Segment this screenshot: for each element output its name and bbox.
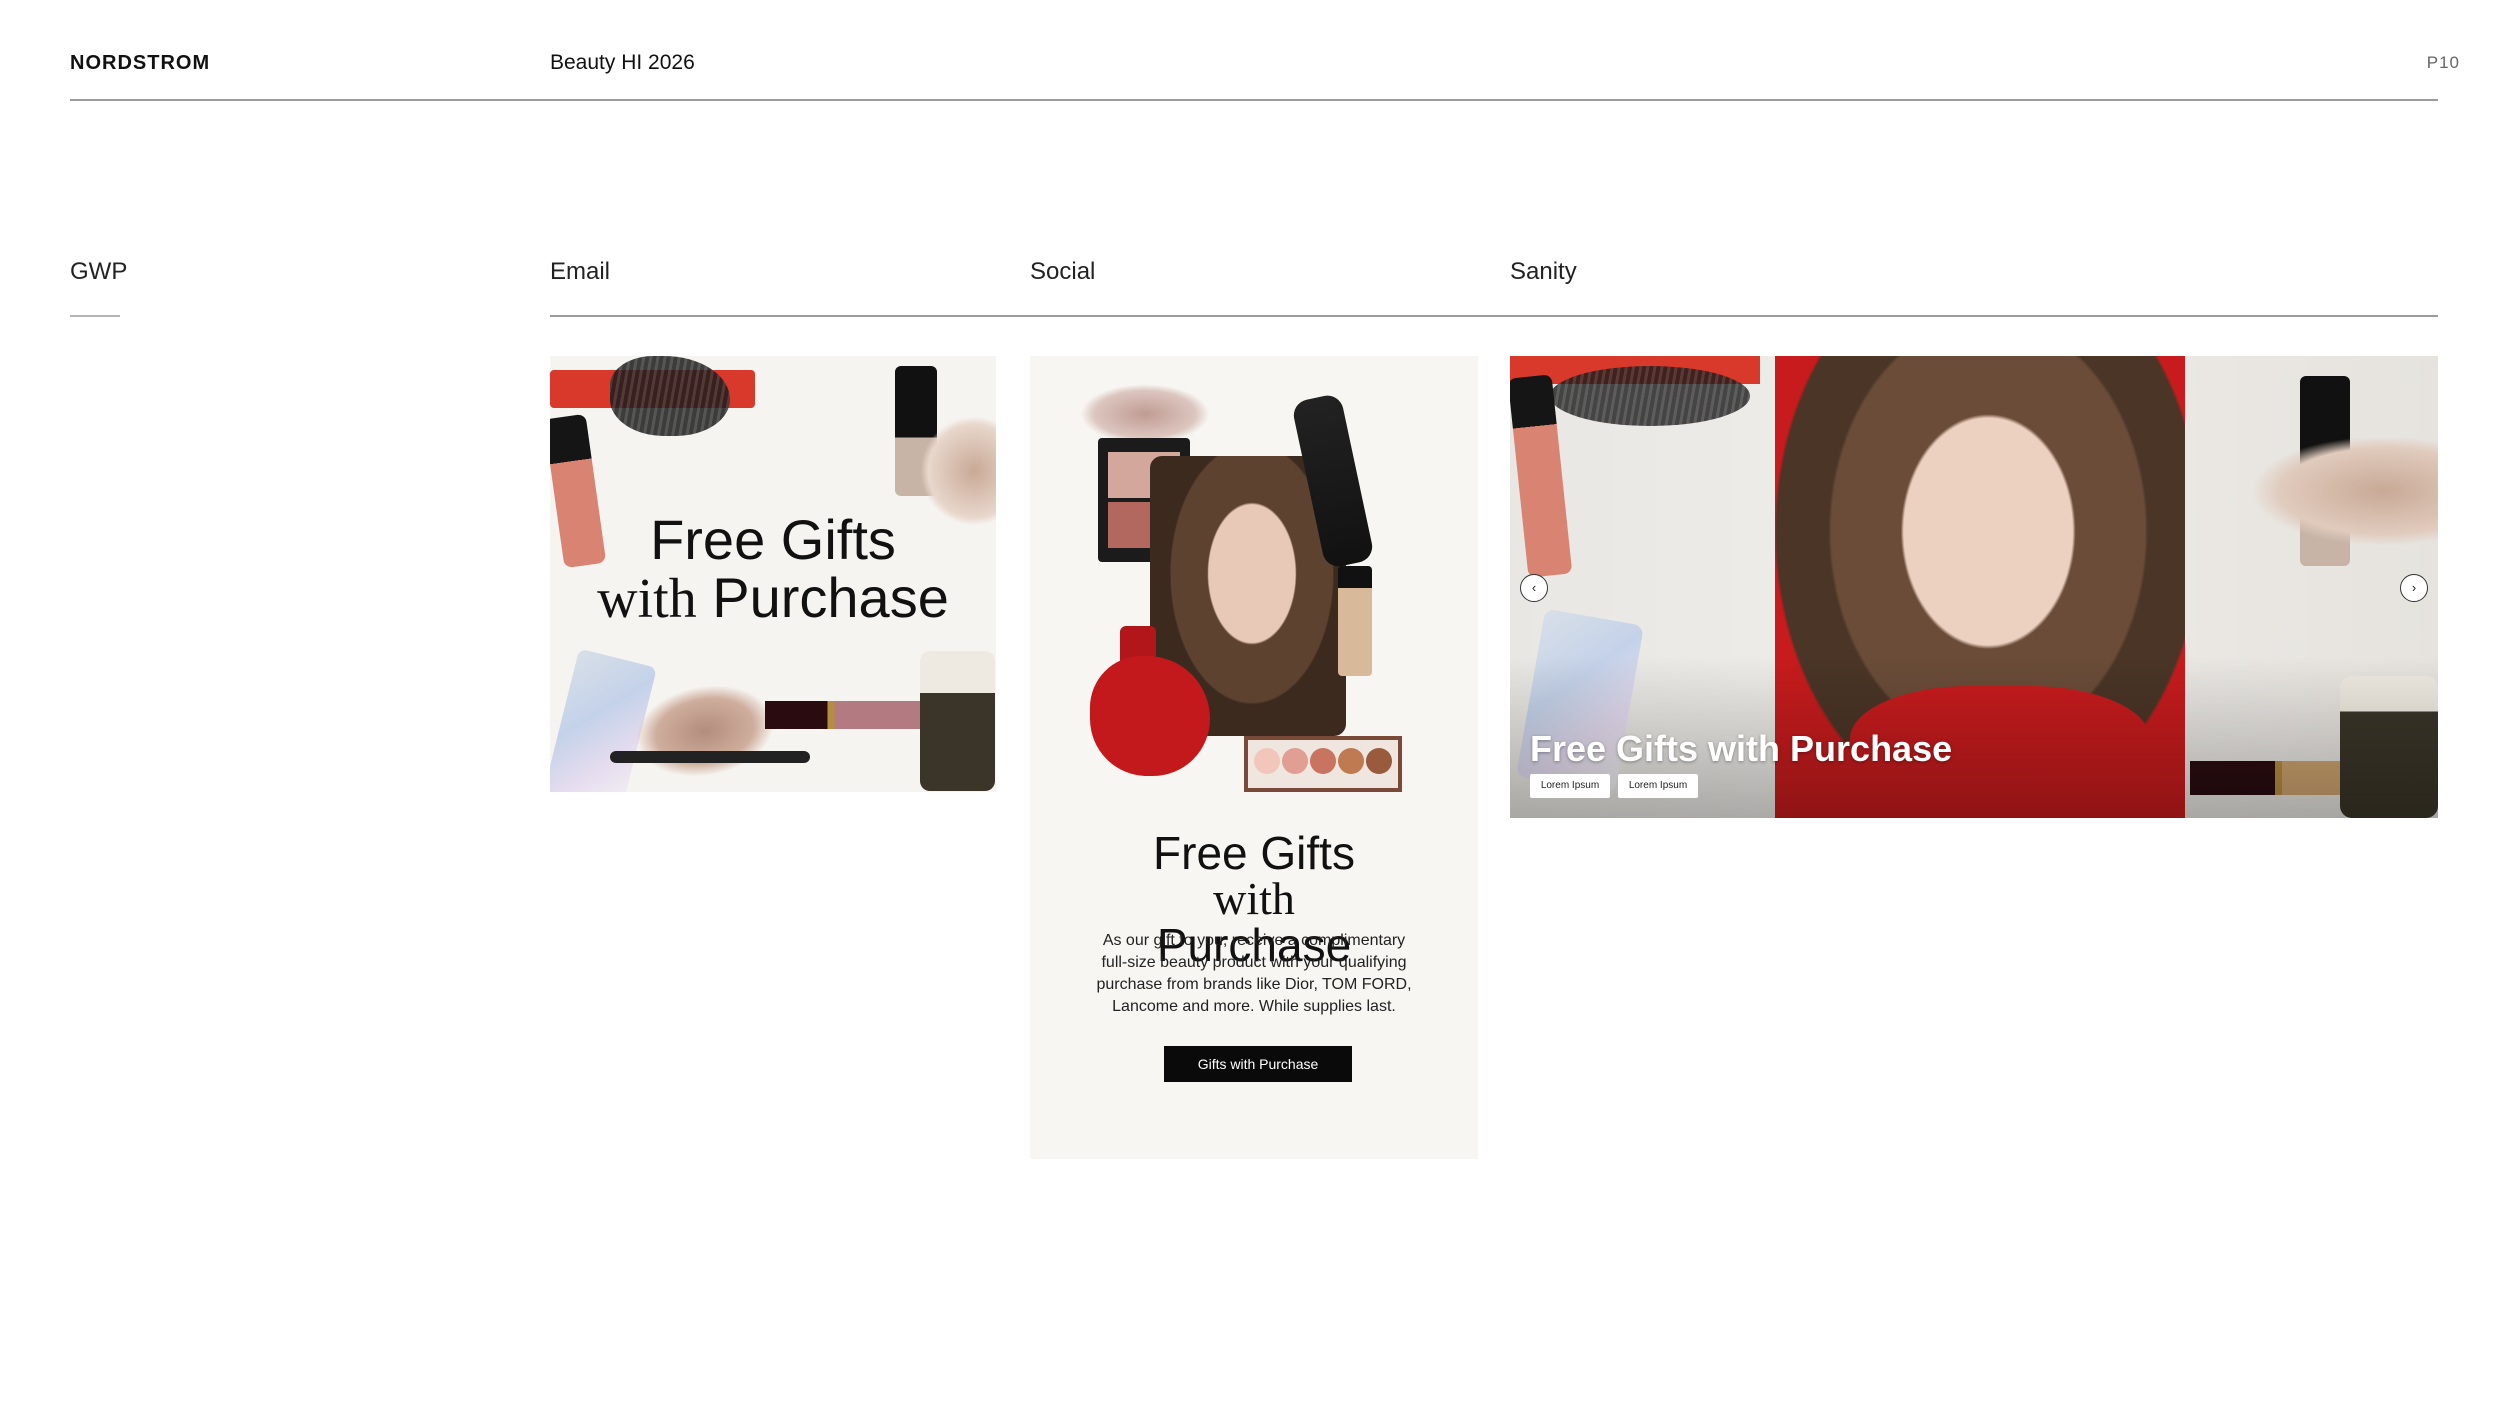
brand-logo: NORDSTROM: [70, 52, 211, 74]
sanity-hero-banner: Free Gifts with Purchase Lorem Ipsum Lor…: [1510, 356, 2438, 818]
email-headline-purchase: Purchase: [712, 566, 949, 629]
blush-palette-illustration: [1244, 736, 1402, 792]
gwp-divider: [70, 315, 120, 317]
social-body-copy: As our gift to you, receive a compliment…: [1096, 932, 1412, 1015]
project-title: Beauty HI 2026: [550, 51, 695, 74]
email-headline-line1: Free Gifts: [650, 508, 896, 571]
bronze-swatch-illustration: [628, 674, 782, 788]
gifts-with-purchase-button[interactable]: Gifts with Purchase: [1164, 1046, 1352, 1082]
red-fabric-illustration: [1090, 656, 1210, 776]
chevron-right-icon: ›: [2411, 580, 2417, 595]
lorem-ipsum-button-1[interactable]: Lorem Ipsum: [1530, 774, 1610, 798]
foundation-bottle-illustration: [1338, 566, 1372, 676]
email-headline-with: with: [597, 568, 697, 630]
social-headline-with: with: [1213, 873, 1295, 924]
section-label-sanity: Sanity: [1510, 258, 1577, 285]
section-label-gwp: GWP: [70, 258, 128, 285]
sanity-headline: Free Gifts with Purchase: [1530, 728, 1953, 769]
social-headline-line1: Free Gifts: [1153, 827, 1355, 879]
section-label-email: Email: [550, 258, 611, 285]
section-label-social: Social: [1030, 258, 1096, 285]
eyeshadow-swatch-illustration: [2250, 436, 2438, 546]
perfume-bottle-illustration: [920, 651, 995, 791]
email-creative: Free Gifts with Purchase: [550, 356, 996, 792]
sections-divider: [550, 315, 2438, 317]
header-divider: [70, 99, 2438, 101]
eyeshadow-swatch-illustration: [920, 416, 996, 526]
powder-swatch-illustration: [1080, 384, 1210, 444]
lorem-ipsum-button-2[interactable]: Lorem Ipsum: [1618, 774, 1698, 798]
mascara-brush-illustration: [610, 356, 730, 436]
chevron-left-icon: ‹: [1531, 580, 1537, 595]
mascara-brush-illustration: [1550, 366, 1750, 426]
carousel-prev-button[interactable]: ‹: [1520, 574, 1548, 602]
carousel-next-button[interactable]: ›: [2400, 574, 2428, 602]
eye-pencil-illustration: [610, 751, 810, 763]
page-number: P10: [2426, 53, 2460, 72]
social-creative: Free Gifts with Purchase As our gift to …: [1030, 356, 1478, 1159]
lipstick-illustration: [765, 701, 930, 729]
